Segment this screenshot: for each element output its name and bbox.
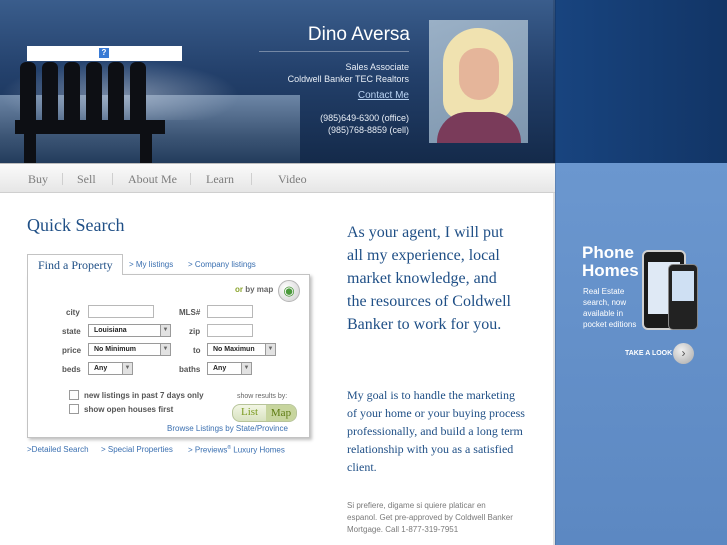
price-min-value: No Minimum xyxy=(94,346,136,353)
promo-title[interactable]: Phone Homes xyxy=(582,244,639,280)
chevron-down-icon: ▼ xyxy=(122,363,132,374)
price-max-value: No Maximun xyxy=(213,346,255,353)
nav-item-buy[interactable]: Buy xyxy=(28,172,48,187)
zip-label: zip xyxy=(189,327,201,336)
chevron-down-icon: ▼ xyxy=(265,344,275,355)
chevron-down-icon: ▼ xyxy=(160,325,170,336)
price-label: price xyxy=(62,346,82,355)
agent-photo xyxy=(429,20,528,143)
state-label: state xyxy=(62,327,81,336)
header-banner: ? Dino Aversa Sales Associate Coldwell B… xyxy=(0,0,555,163)
spanish-note-text: Si prefiere, digame si quiere platicar e… xyxy=(347,501,513,534)
new-listings-checkbox[interactable] xyxy=(69,390,79,400)
show-results-label: show results by: xyxy=(237,393,288,400)
agent-company: Coldwell Banker TEC Realtors xyxy=(287,74,409,84)
nav-item-video[interactable]: Video xyxy=(278,172,307,187)
promo-title-line2: Homes xyxy=(582,261,639,280)
tab-find-a-property[interactable]: Find a Property xyxy=(27,254,123,275)
agent-phone-office: (985)649-6300 (office) xyxy=(320,113,409,123)
nav-separator xyxy=(190,173,191,185)
quick-search-title: Quick Search xyxy=(27,215,125,235)
tab-company-listings[interactable]: > Company listings xyxy=(188,260,256,269)
results-view-toggle[interactable]: List Map xyxy=(232,404,297,422)
take-a-look-link[interactable]: TAKE A LOOK xyxy=(625,350,672,357)
nav-separator xyxy=(62,173,63,185)
promo-text: Real Estate search, now available in poc… xyxy=(583,287,637,329)
tab-my-listings[interactable]: > My listings xyxy=(129,260,173,269)
state-select[interactable]: Louisiana ▼ xyxy=(88,324,171,337)
phones-image[interactable] xyxy=(642,250,698,330)
or-label: or xyxy=(235,285,243,294)
baths-select[interactable]: Any ▼ xyxy=(207,362,252,375)
baths-value: Any xyxy=(213,365,227,372)
nav-separator xyxy=(112,173,113,185)
to-label: to xyxy=(193,346,201,355)
adirondack-chair-image xyxy=(15,62,165,163)
help-icon[interactable]: ? xyxy=(99,48,109,58)
divider xyxy=(259,51,409,52)
city-label: city xyxy=(66,308,80,317)
map-view-button[interactable]: Map xyxy=(266,405,296,421)
open-houses-checkbox[interactable] xyxy=(69,404,79,414)
zip-input[interactable] xyxy=(207,324,253,337)
previews-label: > Previews xyxy=(188,445,228,455)
agent-phone-cell: (985)768-8859 (cell) xyxy=(327,125,409,135)
city-input[interactable] xyxy=(88,305,154,318)
main-nav: Buy Sell About Me Learn Video xyxy=(0,163,555,193)
contact-me-link[interactable]: Contact Me xyxy=(358,90,409,101)
beds-label: beds xyxy=(62,365,81,374)
previews-luxury-homes-link[interactable]: > Previews® Luxury Homes xyxy=(188,445,285,455)
price-max-select[interactable]: No Maximun ▼ xyxy=(207,343,276,356)
chevron-down-icon: ▼ xyxy=(241,363,251,374)
nav-item-about-me[interactable]: About Me xyxy=(128,172,177,187)
agent-name: Dino Aversa xyxy=(307,24,410,45)
promo-title-line1: Phone xyxy=(582,243,634,262)
by-map-label: by map xyxy=(245,285,274,294)
beds-value: Any xyxy=(94,365,108,372)
detailed-search-link[interactable]: >Detailed Search xyxy=(27,445,89,454)
open-houses-label: show open houses first xyxy=(84,405,174,414)
list-view-button[interactable]: List xyxy=(241,406,258,418)
mls-input[interactable] xyxy=(207,305,253,318)
globe-icon[interactable]: ◉ xyxy=(278,280,300,302)
divider xyxy=(553,0,556,545)
browse-listings-link[interactable]: Browse Listings by State/Province xyxy=(167,424,288,433)
beds-select[interactable]: Any ▼ xyxy=(88,362,133,375)
agent-goal-text: My goal is to handle the marketing of yo… xyxy=(347,388,525,474)
special-properties-link[interactable]: > Special Properties xyxy=(101,445,173,454)
side-panel-top xyxy=(555,0,727,163)
agent-title: Sales Associate xyxy=(345,62,409,72)
chevron-down-icon: ▼ xyxy=(160,344,170,355)
search-by-map-link[interactable]: or by map xyxy=(235,285,273,294)
nav-item-sell[interactable]: Sell xyxy=(77,172,96,187)
new-listings-label: new listings in past 7 days only xyxy=(84,391,204,400)
nav-item-learn[interactable]: Learn xyxy=(206,172,234,187)
state-value: Louisiana xyxy=(94,327,127,334)
baths-label: baths xyxy=(179,365,201,374)
nav-separator xyxy=(251,173,252,185)
mls-label: MLS# xyxy=(179,308,201,317)
luxury-homes-label: Luxury Homes xyxy=(231,445,285,455)
price-min-select[interactable]: No Minimum ▼ xyxy=(88,343,171,356)
chevron-right-icon[interactable]: › xyxy=(673,343,694,364)
agent-intro-text: As your agent, I will put all my experie… xyxy=(347,224,511,333)
